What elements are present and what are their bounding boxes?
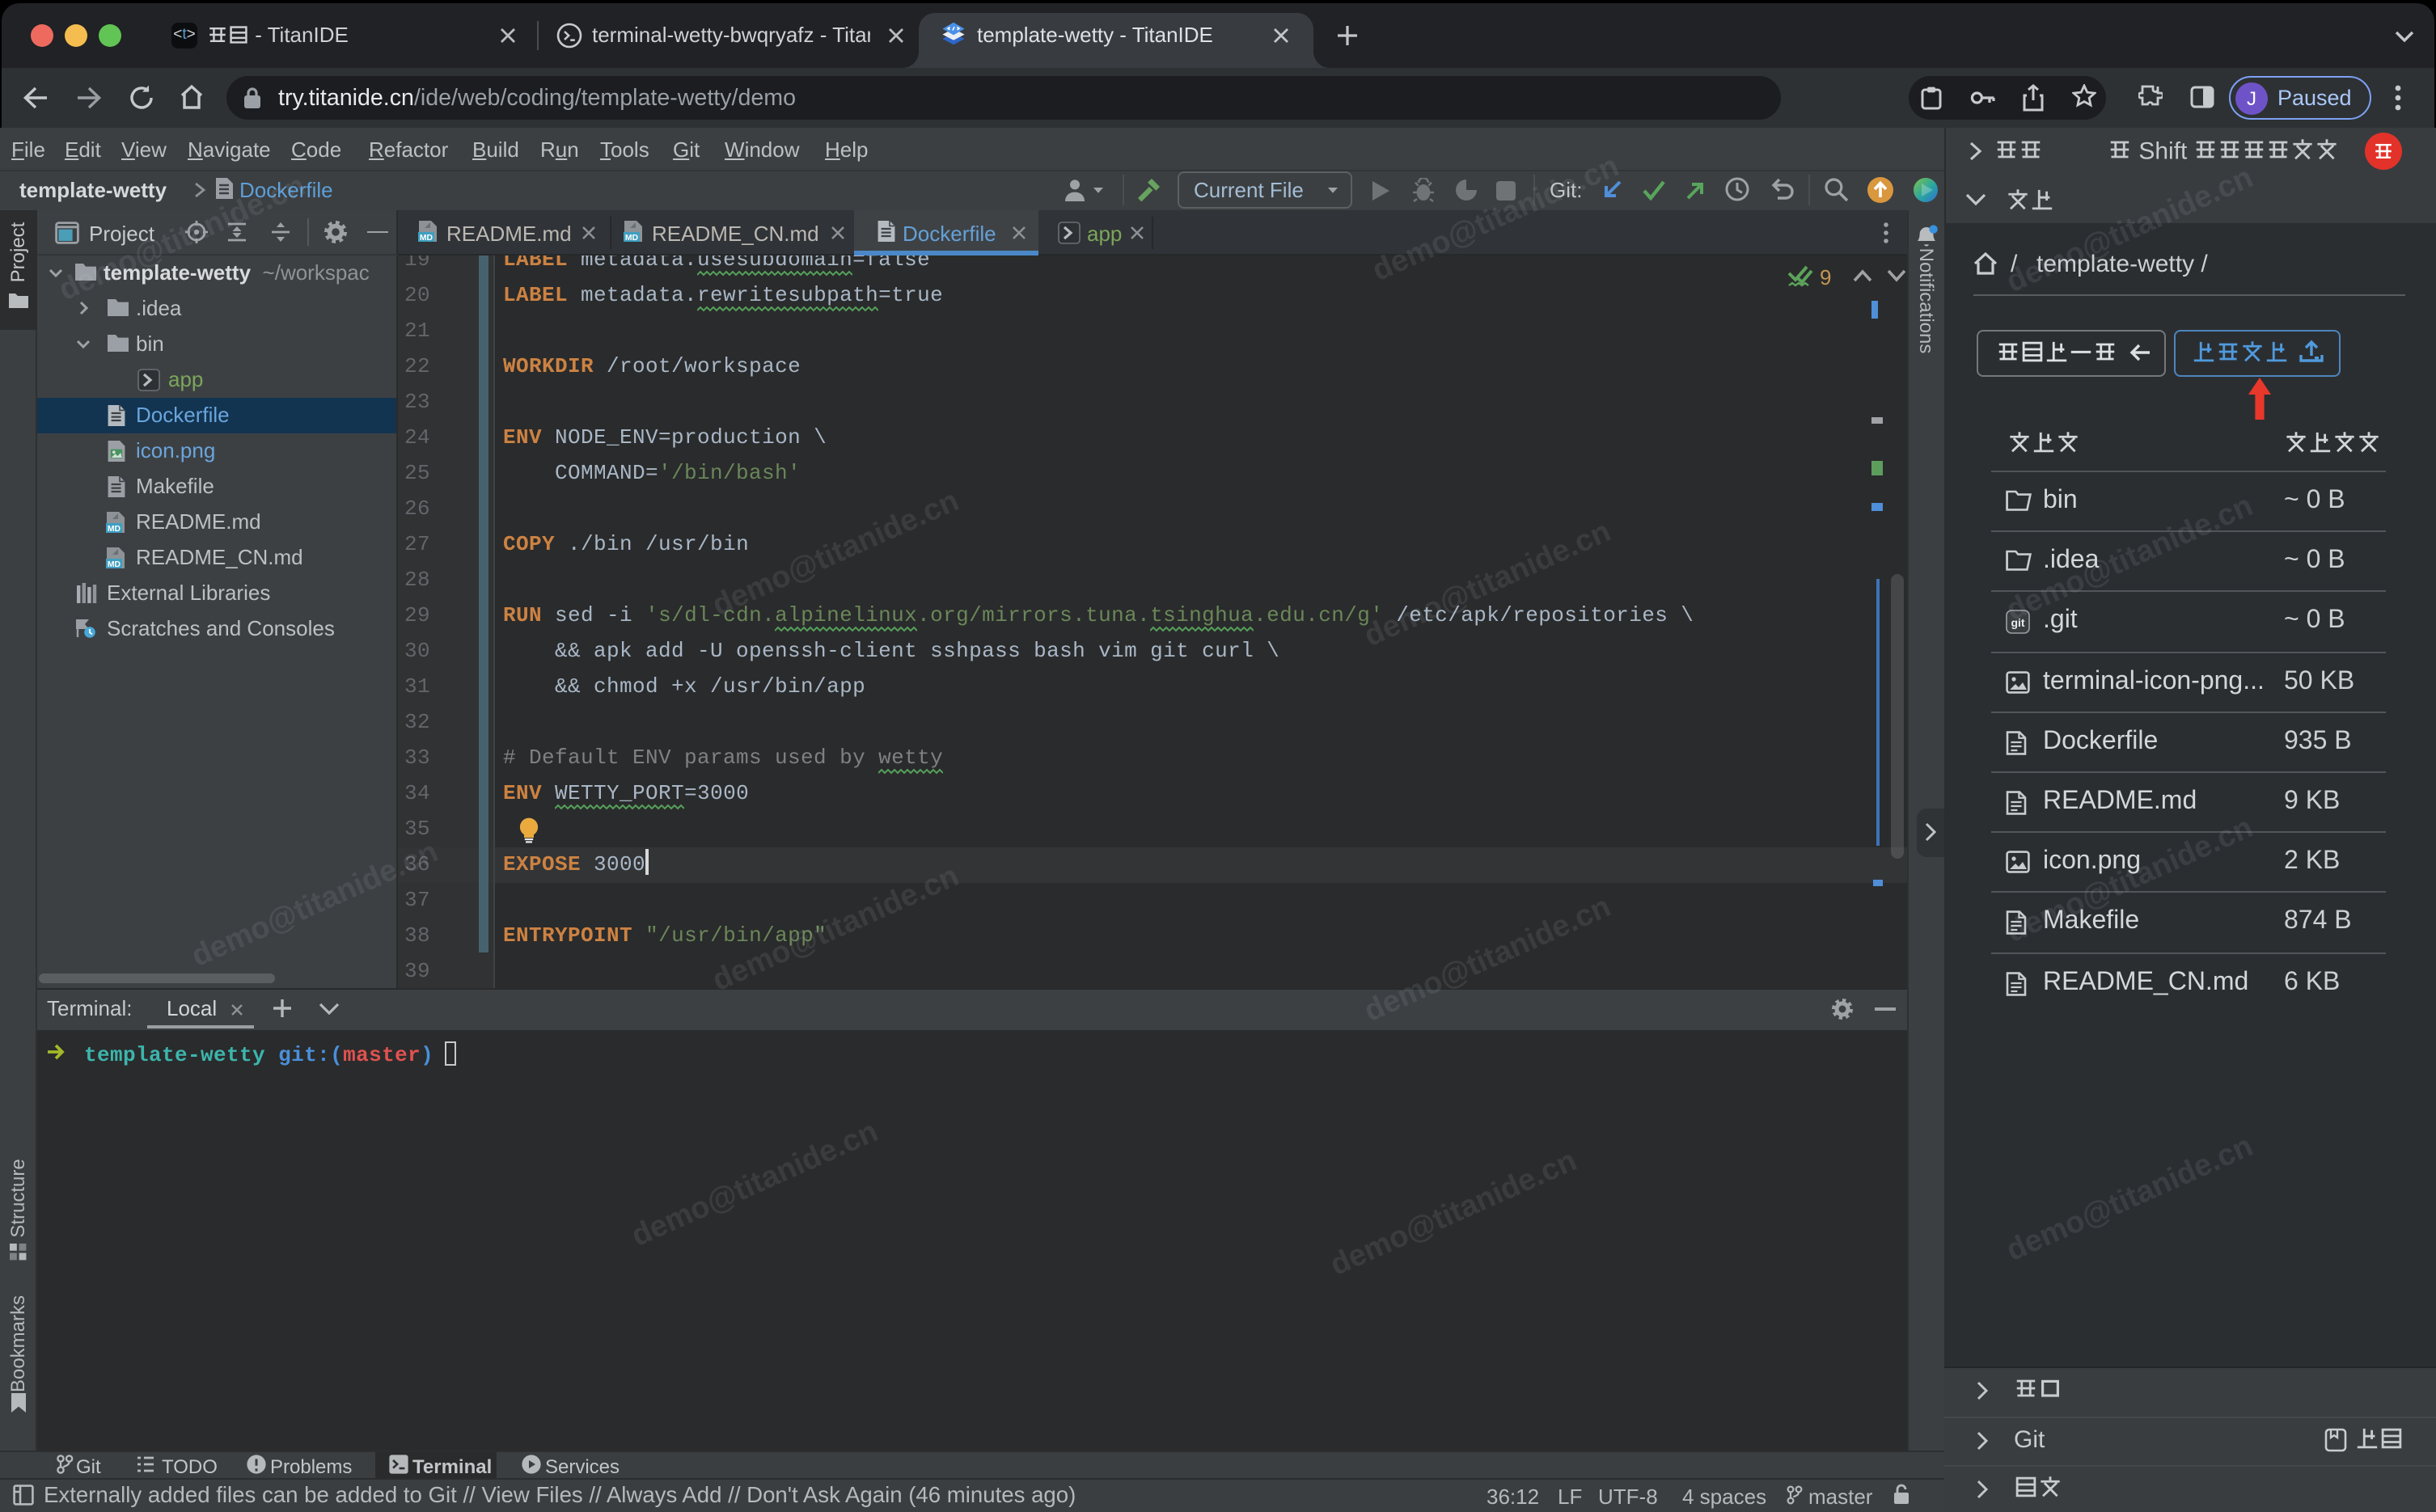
svg-text:MD: MD [625, 234, 639, 243]
svg-text:MD: MD [420, 234, 433, 243]
svg-text:MD: MD [108, 525, 121, 534]
svg-text:MD: MD [108, 560, 121, 569]
svg-text:git: git [2011, 617, 2024, 630]
